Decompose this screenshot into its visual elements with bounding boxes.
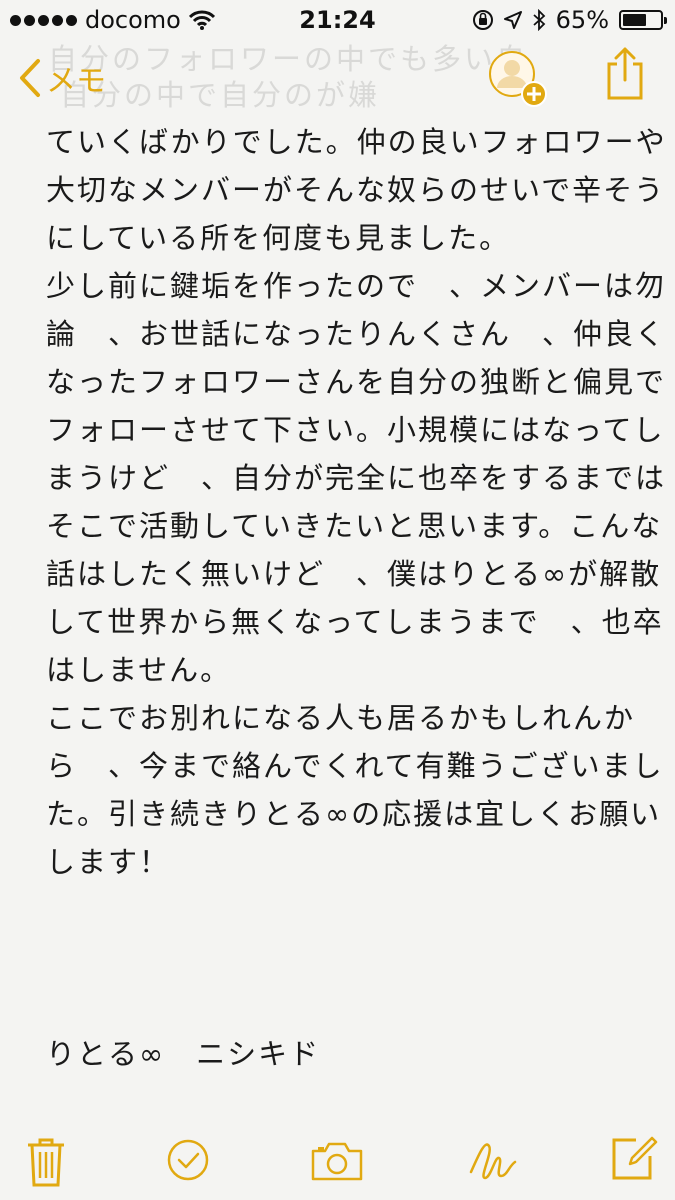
- note-line: なったフォロワーさんを自分の独断と偏見で: [46, 365, 667, 399]
- note-line: 少し前に鍵垢を作ったので 、メンバーは勿: [46, 269, 667, 303]
- bluetooth-icon: [533, 9, 545, 31]
- note-line: まうけど 、自分が完全に也卒をするまでは: [46, 461, 667, 495]
- battery-fill: [623, 14, 646, 26]
- note-body[interactable]: ていくばかりでした。仲の良いフォロワーや 大切なメンバーがそんな奴らのせいで辛そ…: [46, 118, 667, 1078]
- note-line: して世界から無くなってしまうまで 、也卒: [46, 605, 664, 639]
- note-line: 話はしたく無いけど 、僕はりとる∞が解散: [46, 557, 662, 591]
- note-line: 大切なメンバーがそんな奴らのせいで辛そう: [46, 173, 666, 207]
- status-bar-right: 65%: [472, 6, 667, 34]
- share-button[interactable]: [605, 46, 645, 106]
- battery-icon: [619, 10, 667, 30]
- note-line: ら 、今まで絡んでくれて有難うございまし: [46, 749, 664, 783]
- note-line: はしません。: [46, 653, 232, 687]
- add-person-icon: [489, 51, 547, 107]
- note-line: そこで活動していきたいと思います。こんな: [46, 509, 663, 543]
- chevron-left-icon: [20, 59, 40, 97]
- share-icon: [607, 47, 643, 100]
- add-person-button[interactable]: [486, 48, 550, 112]
- note-line: た。引き続きりとる∞の応援は宜しくお願い: [46, 797, 662, 831]
- note-line: ていくばかりでした。仲の良いフォロワーや: [46, 125, 667, 159]
- scrolled-text-line: 自分の中で自分のが嫌: [60, 78, 381, 112]
- note-signature: りとる∞ ニシキド: [46, 1037, 321, 1071]
- note-line: にしている所を何度も見ました。: [46, 221, 511, 255]
- trash-icon: [28, 1138, 64, 1187]
- note-line: します！: [46, 845, 171, 879]
- camera-icon: [311, 1142, 363, 1181]
- compose-icon: [612, 1136, 658, 1180]
- nav-bar: 自分のフォロワーの中でも多い自 自分の中で自分のが嫌 メモ: [0, 38, 675, 118]
- back-label: メモ: [46, 64, 106, 99]
- delete-button[interactable]: [26, 1136, 66, 1192]
- bottom-toolbar: [0, 1128, 675, 1200]
- note-line: 論 、お世話になったりんくさん 、仲良く: [46, 317, 667, 351]
- back-button[interactable]: メモ: [18, 56, 106, 100]
- checklist-button[interactable]: [166, 1138, 210, 1186]
- checklist-icon: [167, 1139, 209, 1181]
- sketch-button[interactable]: [465, 1134, 519, 1188]
- battery-percent: 65%: [555, 6, 609, 34]
- camera-button[interactable]: [310, 1140, 364, 1186]
- sketch-icon: [469, 1143, 517, 1180]
- location-arrow-icon: [503, 11, 522, 29]
- orientation-lock-icon: [472, 10, 493, 30]
- compose-button[interactable]: [610, 1134, 658, 1186]
- note-line: ここでお別れになる人も居るかもしれんか: [46, 701, 636, 735]
- note-line: フォローさせて下さい。小規模にはなってし: [46, 413, 665, 447]
- status-bar: docomo 21:24 65%: [0, 0, 675, 38]
